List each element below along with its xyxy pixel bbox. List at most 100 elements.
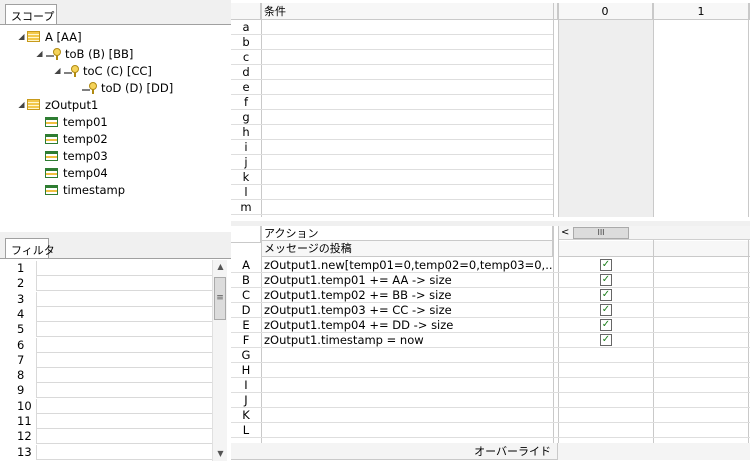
- scope-tab[interactable]: スコープ: [5, 4, 57, 25]
- action-row-key[interactable]: J: [231, 393, 261, 408]
- action-expression[interactable]: zOutput1.timestamp = now: [264, 333, 554, 348]
- action-row-key[interactable]: E: [231, 318, 261, 333]
- condition-cell[interactable]: [262, 185, 553, 200]
- tree-node[interactable]: ◢ A [AA]: [16, 28, 81, 45]
- override-cells[interactable]: [558, 443, 750, 460]
- table-icon: [27, 31, 40, 42]
- action-row-key[interactable]: B: [231, 273, 261, 288]
- condition-row-label[interactable]: k: [231, 170, 261, 185]
- condition-row-label[interactable]: h: [231, 125, 261, 140]
- condition-cell[interactable]: [262, 65, 553, 80]
- tree-node[interactable]: temp02: [34, 130, 108, 147]
- filter-row[interactable]: 5: [6, 322, 212, 338]
- condition-cell[interactable]: [262, 80, 553, 95]
- expand-toggle-icon[interactable]: ◢: [52, 66, 63, 75]
- rule-horizontal-scrollbar[interactable]: < III: [558, 226, 750, 240]
- action-expression[interactable]: zOutput1.temp03 += CC -> size: [264, 303, 554, 318]
- condition-row-label[interactable]: m: [231, 200, 261, 215]
- action-rule-checkbox[interactable]: ✓: [600, 334, 612, 346]
- filter-row[interactable]: 7: [6, 352, 212, 368]
- filter-row-number: 11: [6, 414, 37, 429]
- condition-row-label[interactable]: f: [231, 95, 261, 110]
- condition-row-label[interactable]: b: [231, 35, 261, 50]
- tree-node[interactable]: ◢ toC (C) [CC]: [52, 62, 152, 79]
- rule-column-header-0[interactable]: 0: [558, 3, 653, 20]
- condition-row-label[interactable]: g: [231, 110, 261, 125]
- condition-cell[interactable]: [262, 20, 553, 35]
- condition-cell[interactable]: [262, 140, 553, 155]
- tree-node[interactable]: toD (D) [DD]: [70, 79, 173, 96]
- condition-cell[interactable]: [262, 200, 553, 215]
- filter-vertical-scrollbar[interactable]: ▲ ≡ ▼: [212, 260, 227, 461]
- action-rule-checkbox[interactable]: ✓: [600, 274, 612, 286]
- action-rule-checkbox[interactable]: ✓: [600, 259, 612, 271]
- action-row-key[interactable]: L: [231, 423, 261, 438]
- scroll-up-icon[interactable]: ▲: [213, 260, 228, 274]
- filter-row[interactable]: 9: [6, 383, 212, 399]
- action-rule-checkbox[interactable]: ✓: [600, 304, 612, 316]
- action-expression[interactable]: zOutput1.new[temp01=0,temp02=0,temp03=0,…: [264, 258, 554, 273]
- condition-row-label[interactable]: e: [231, 80, 261, 95]
- condition-row-label[interactable]: a: [231, 20, 261, 35]
- action-row-key[interactable]: C: [231, 288, 261, 303]
- action-expression[interactable]: [264, 408, 554, 423]
- condition-cell[interactable]: [262, 35, 553, 50]
- filter-tab[interactable]: フィルタ: [5, 238, 55, 259]
- action-row-key[interactable]: F: [231, 333, 261, 348]
- expand-toggle-icon[interactable]: ◢: [16, 32, 27, 41]
- tree-node[interactable]: ◢ toB (B) [BB]: [34, 45, 133, 62]
- action-expression[interactable]: [264, 378, 554, 393]
- action-rule-checkbox[interactable]: ✓: [600, 289, 612, 301]
- filter-row[interactable]: 10: [6, 398, 212, 414]
- action-row-key[interactable]: G: [231, 348, 261, 363]
- scrollbar-thumb[interactable]: ≡: [214, 277, 226, 320]
- action-expression[interactable]: zOutput1.temp01 += AA -> size: [264, 273, 554, 288]
- action-grid: アクション メッセージの投稿 < III AzOutput1.new[temp0…: [231, 226, 750, 471]
- action-rule-checkbox[interactable]: ✓: [600, 319, 612, 331]
- condition-cell[interactable]: [262, 125, 553, 140]
- action-expression[interactable]: zOutput1.temp04 += DD -> size: [264, 318, 554, 333]
- tree-node[interactable]: temp01: [34, 113, 108, 130]
- condition-row-label[interactable]: l: [231, 185, 261, 200]
- action-expression[interactable]: [264, 363, 554, 378]
- scrollbar-thumb[interactable]: III: [573, 227, 629, 239]
- tree-node[interactable]: temp04: [34, 164, 108, 181]
- tree-node[interactable]: temp03: [34, 147, 108, 164]
- action-row-key[interactable]: H: [231, 363, 261, 378]
- condition-row-label[interactable]: c: [231, 50, 261, 65]
- action-row-key[interactable]: D: [231, 303, 261, 318]
- filter-row[interactable]: 8: [6, 368, 212, 384]
- action-row-key[interactable]: A: [231, 258, 261, 273]
- action-expression[interactable]: [264, 348, 554, 363]
- rule-column-0-cells[interactable]: [558, 17, 653, 217]
- condition-cell[interactable]: [262, 170, 553, 185]
- filter-row-number: 9: [6, 383, 37, 399]
- condition-row-label[interactable]: d: [231, 65, 261, 80]
- filter-row[interactable]: 4: [6, 306, 212, 322]
- filter-row[interactable]: 1: [6, 261, 212, 276]
- filter-row[interactable]: 3: [6, 291, 212, 307]
- action-row-key[interactable]: K: [231, 408, 261, 423]
- scroll-left-icon[interactable]: <: [561, 226, 569, 239]
- tree-node[interactable]: timestamp: [34, 181, 125, 198]
- expand-toggle-icon[interactable]: ◢: [34, 49, 45, 58]
- condition-cell[interactable]: [262, 95, 553, 110]
- condition-row-label[interactable]: i: [231, 140, 261, 155]
- condition-cell[interactable]: [262, 110, 553, 125]
- action-row-key[interactable]: I: [231, 378, 261, 393]
- filter-row[interactable]: 11: [6, 414, 212, 429]
- action-expression[interactable]: [264, 423, 554, 438]
- condition-row-label[interactable]: j: [231, 155, 261, 170]
- condition-cell[interactable]: [262, 155, 553, 170]
- tree-node[interactable]: ◢ zOutput1: [16, 96, 98, 113]
- condition-cell[interactable]: [262, 50, 553, 65]
- filter-row[interactable]: 2: [6, 276, 212, 292]
- action-expression[interactable]: [264, 393, 554, 408]
- filter-row[interactable]: 12: [6, 429, 212, 445]
- expand-toggle-icon[interactable]: ◢: [16, 100, 27, 109]
- filter-row[interactable]: 13: [6, 444, 212, 460]
- rule-column-header-1[interactable]: 1: [653, 3, 750, 20]
- filter-row[interactable]: 6: [6, 337, 212, 353]
- scroll-down-icon[interactable]: ▼: [213, 447, 228, 461]
- action-expression[interactable]: zOutput1.temp02 += BB -> size: [264, 288, 554, 303]
